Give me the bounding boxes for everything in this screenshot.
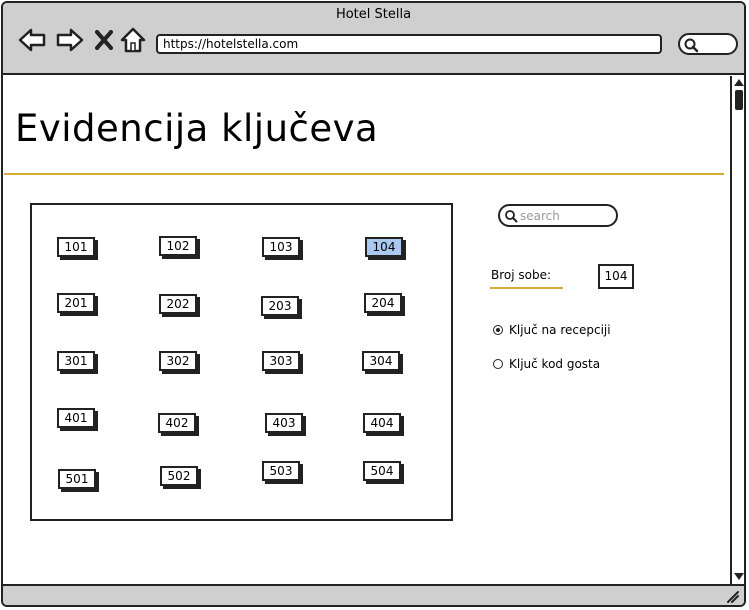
vertical-scrollbar[interactable]: [730, 76, 744, 584]
window-title: Hotel Stella: [335, 7, 412, 22]
room-key-403[interactable]: 403: [265, 413, 303, 433]
room-label-underline: [490, 287, 563, 289]
radio-dot-icon[interactable]: [493, 325, 503, 335]
key-with-guest-radio[interactable]: Ključ kod gosta: [493, 357, 600, 371]
address-bar[interactable]: https://hotelstella.com: [156, 34, 662, 54]
room-key-202[interactable]: 202: [159, 294, 197, 314]
room-number-label: Broj sobe:: [491, 268, 552, 282]
room-key-301[interactable]: 301: [57, 351, 95, 371]
search-input[interactable]: [520, 207, 612, 224]
browser-chrome: Hotel Stella https://hotelstella.com: [3, 3, 744, 75]
search-icon: [505, 210, 518, 223]
forward-arrow-icon[interactable]: [55, 25, 85, 55]
home-icon[interactable]: [119, 25, 149, 55]
room-key-404[interactable]: 404: [363, 413, 401, 433]
scroll-up-icon[interactable]: [734, 79, 744, 86]
title-divider: [4, 173, 724, 175]
room-number-value: 104: [598, 264, 634, 289]
close-icon[interactable]: [91, 25, 121, 55]
room-search[interactable]: [498, 204, 618, 227]
room-key-104[interactable]: 104: [365, 237, 403, 257]
scroll-thumb[interactable]: [735, 90, 743, 110]
status-bar: [3, 584, 744, 605]
room-key-201[interactable]: 201: [57, 293, 95, 313]
search-icon: [684, 38, 699, 53]
key-with-guest-label: Ključ kod gosta: [509, 357, 601, 371]
radio-dot-icon[interactable]: [493, 359, 503, 369]
room-key-103[interactable]: 103: [262, 237, 300, 257]
room-key-401[interactable]: 401: [57, 408, 95, 428]
room-key-504[interactable]: 504: [363, 461, 401, 481]
room-key-303[interactable]: 303: [262, 351, 300, 371]
scroll-down-icon[interactable]: [734, 573, 744, 580]
room-key-102[interactable]: 102: [159, 236, 197, 256]
room-key-204[interactable]: 204: [364, 293, 402, 313]
room-key-302[interactable]: 302: [159, 351, 197, 371]
room-key-304[interactable]: 304: [362, 351, 400, 371]
key-at-reception-radio[interactable]: Ključ na recepciji: [493, 323, 611, 337]
browser-search-box[interactable]: [678, 33, 738, 55]
room-key-203[interactable]: 203: [261, 296, 299, 316]
room-key-502[interactable]: 502: [160, 466, 198, 486]
resize-grip-icon[interactable]: [726, 590, 740, 604]
room-key-501[interactable]: 501: [58, 469, 96, 489]
back-arrow-icon[interactable]: [17, 25, 47, 55]
key-at-reception-label: Ključ na recepciji: [509, 323, 611, 337]
page-title: Evidencija ključeva: [15, 107, 379, 150]
room-key-402[interactable]: 402: [158, 413, 196, 433]
room-key-101[interactable]: 101: [57, 237, 95, 257]
room-key-503[interactable]: 503: [262, 461, 300, 481]
